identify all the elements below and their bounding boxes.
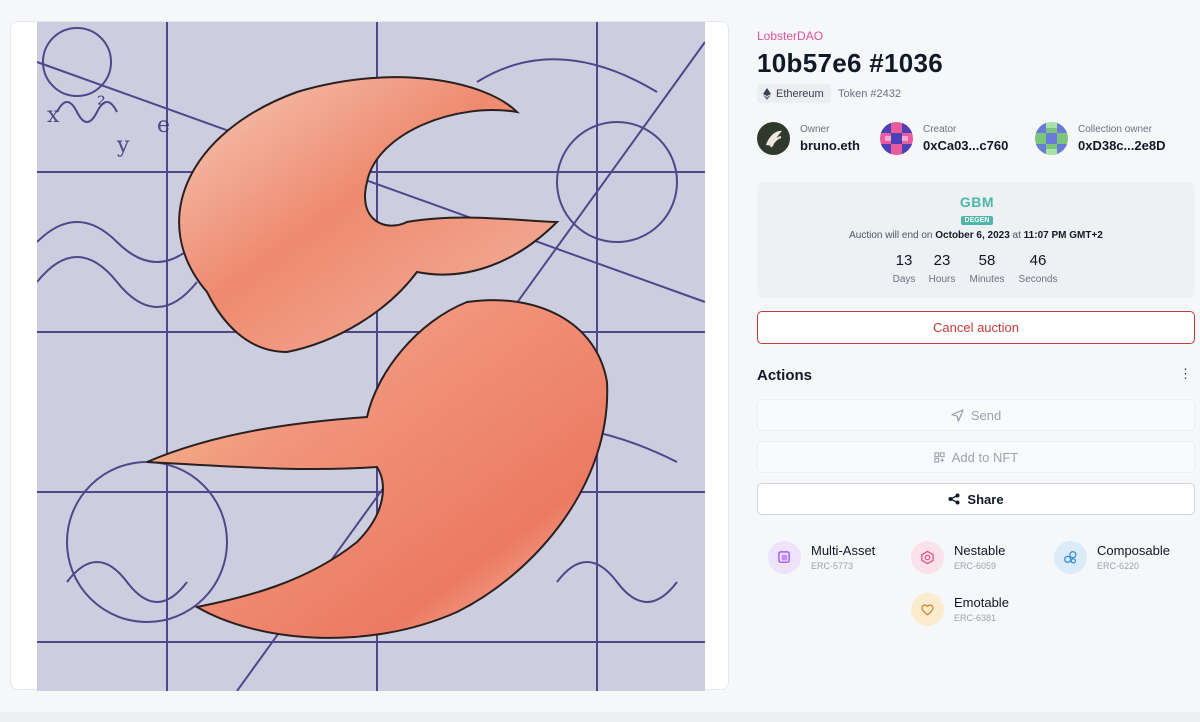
owner-value: bruno.eth bbox=[800, 138, 860, 153]
auction-end-at: at bbox=[1012, 230, 1021, 241]
countdown-hours-value: 23 bbox=[933, 252, 951, 269]
svg-text:²: ² bbox=[97, 93, 106, 118]
add-to-nft-button[interactable]: Add to NFT bbox=[757, 441, 1195, 473]
gbm-logo-word: GBM bbox=[959, 194, 995, 210]
chain-badge: Ethereum bbox=[757, 84, 831, 103]
collection-owner-value: 0xD38c...2e8D bbox=[1078, 138, 1166, 153]
share-icon bbox=[948, 493, 960, 505]
countdown-minutes: 58 Minutes bbox=[962, 252, 1012, 285]
nft-artwork-image[interactable]: x ² y e bbox=[37, 22, 705, 691]
gbm-degen-logo: GBM DEGEN bbox=[956, 195, 998, 227]
creator-value: 0xCa03...c760 bbox=[923, 138, 1009, 153]
creator-avatar bbox=[880, 122, 913, 155]
multi-asset-title: Multi-Asset bbox=[811, 543, 876, 558]
emotable-icon bbox=[911, 593, 944, 626]
multi-asset-icon bbox=[768, 541, 801, 574]
auction-end-date: October 6, 2023 bbox=[935, 230, 1010, 241]
actions-heading: Actions bbox=[757, 367, 813, 384]
collection-owner-avatar bbox=[1035, 122, 1068, 155]
page-bottom-divider bbox=[0, 712, 1200, 722]
send-label: Send bbox=[970, 407, 1002, 423]
ethereum-icon bbox=[763, 87, 771, 100]
composable-title: Composable bbox=[1097, 543, 1170, 558]
feature-nestable[interactable]: Nestable ERC-6059 bbox=[911, 541, 1005, 574]
gbm-logo-sub: DEGEN bbox=[960, 216, 994, 225]
owner[interactable]: Owner bruno.eth bbox=[757, 122, 860, 155]
countdown-minutes-unit: Minutes bbox=[969, 274, 1005, 285]
countdown-seconds-value: 46 bbox=[1029, 252, 1047, 269]
auction-end-prefix: Auction will end on bbox=[849, 230, 933, 241]
countdown-minutes-value: 58 bbox=[978, 252, 996, 269]
cancel-auction-button[interactable]: Cancel auction bbox=[757, 311, 1195, 344]
artwork-card: x ² y e bbox=[10, 21, 729, 691]
emotable-sub: ERC-6381 bbox=[954, 613, 997, 623]
collection-link[interactable]: LobsterDAO bbox=[757, 29, 823, 43]
chain-name: Ethereum bbox=[776, 87, 824, 100]
add-to-nft-icon bbox=[934, 451, 945, 463]
nestable-title: Nestable bbox=[954, 543, 1006, 558]
nestable-icon bbox=[911, 541, 944, 574]
send-icon bbox=[951, 408, 964, 422]
feature-composable[interactable]: Composable ERC-6220 bbox=[1054, 541, 1170, 574]
nestable-sub: ERC-6059 bbox=[954, 561, 997, 571]
token-id: Token #2432 bbox=[838, 88, 901, 100]
countdown-seconds: 46 Seconds bbox=[1013, 252, 1063, 285]
multi-asset-sub: ERC-5773 bbox=[811, 561, 854, 571]
add-to-nft-label: Add to NFT bbox=[951, 449, 1019, 465]
countdown-seconds-unit: Seconds bbox=[1018, 274, 1058, 285]
collection-owner-label: Collection owner bbox=[1078, 124, 1152, 135]
feature-emotable[interactable]: Emotable ERC-6381 bbox=[911, 593, 1009, 626]
emotable-title: Emotable bbox=[954, 595, 1009, 610]
send-button[interactable]: Send bbox=[757, 399, 1195, 431]
auction-countdown: 13 Days 23 Hours 58 Minutes 46 Seconds bbox=[757, 252, 1195, 292]
more-options-icon[interactable]: ⋮ bbox=[1179, 367, 1192, 381]
svg-text:x: x bbox=[47, 103, 60, 128]
creator-label: Creator bbox=[923, 124, 957, 135]
svg-text:e: e bbox=[157, 113, 170, 138]
people-row: Owner bruno.eth Creator 0xCa03...c760 Co… bbox=[757, 122, 1197, 156]
collection-owner[interactable]: Collection owner 0xD38c...2e8D bbox=[1035, 122, 1165, 155]
svg-text:y: y bbox=[116, 133, 130, 158]
countdown-hours-unit: Hours bbox=[928, 274, 956, 285]
owner-avatar bbox=[757, 122, 790, 155]
share-button[interactable]: Share bbox=[757, 483, 1195, 515]
composable-sub: ERC-6220 bbox=[1097, 561, 1140, 571]
countdown-hours: 23 Hours bbox=[917, 252, 967, 285]
nft-title: 10b57e6 #1036 bbox=[757, 48, 944, 78]
share-label: Share bbox=[967, 491, 1004, 507]
owner-label: Owner bbox=[800, 124, 830, 135]
feature-multi-asset[interactable]: Multi-Asset ERC-5773 bbox=[768, 541, 875, 574]
composable-icon bbox=[1054, 541, 1087, 574]
creator[interactable]: Creator 0xCa03...c760 bbox=[880, 122, 1008, 155]
auction-end-text: Auction will end on October 6, 2023 at 1… bbox=[757, 230, 1195, 241]
auction-box: GBM DEGEN Auction will end on October 6,… bbox=[757, 182, 1195, 298]
auction-end-time: 11:07 PM GMT+2 bbox=[1023, 230, 1103, 241]
